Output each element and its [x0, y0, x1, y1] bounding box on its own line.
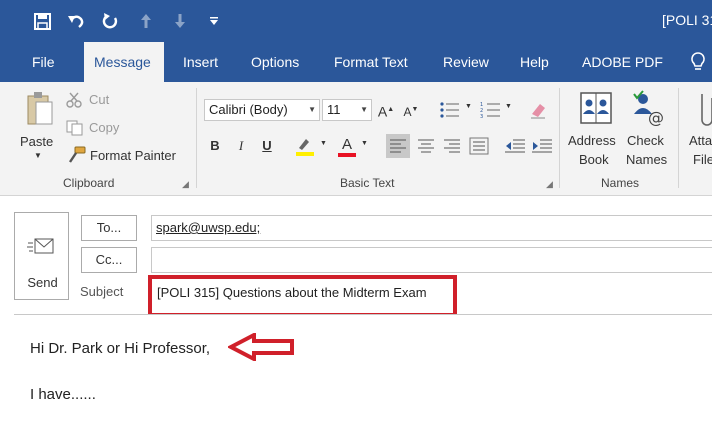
attach-file-label-1[interactable]: Atta	[689, 133, 712, 148]
numbering-icon[interactable]: 123	[480, 101, 502, 120]
message-body[interactable]	[14, 315, 712, 423]
font-name-value: Calibri (Body)	[209, 102, 288, 117]
shrink-font-button[interactable]: A▼	[401, 99, 421, 121]
format-painter-button[interactable]: Format Painter	[90, 148, 176, 163]
group-divider	[559, 88, 560, 188]
check-names-label-2[interactable]: Names	[626, 152, 667, 167]
underline-button[interactable]: U	[259, 135, 275, 157]
check-names-icon[interactable]: @	[630, 90, 666, 127]
bold-button[interactable]: B	[207, 135, 223, 157]
to-button[interactable]: To...	[81, 215, 137, 241]
shrink-font-letter: A	[403, 105, 412, 119]
font-color-swatch	[338, 153, 356, 157]
attach-file-icon[interactable]	[694, 90, 712, 126]
address-book-label-1[interactable]: Address	[568, 133, 616, 148]
undo-icon[interactable]	[66, 11, 86, 31]
grow-font-button[interactable]: A▲	[376, 99, 396, 121]
tab-message[interactable]: Message	[84, 42, 164, 82]
cut-button[interactable]: Cut	[89, 92, 109, 107]
tab-options[interactable]: Options	[241, 42, 309, 82]
chevron-down-icon[interactable]: ▼	[361, 140, 368, 147]
tab-format-text[interactable]: Format Text	[324, 42, 418, 82]
check-names-label-1[interactable]: Check	[627, 133, 664, 148]
grow-font-letter: A	[377, 103, 388, 120]
window-title: [POLI 315	[662, 12, 712, 28]
copy-button[interactable]: Copy	[89, 120, 119, 135]
tell-me-lightbulb-icon[interactable]	[688, 51, 708, 73]
send-icon	[27, 235, 57, 259]
font-size-value: 11	[327, 102, 341, 117]
chevron-down-icon: ▼	[360, 105, 368, 114]
ribbon-tabs: File Message Insert Options Format Text …	[0, 42, 712, 82]
group-divider	[678, 88, 679, 188]
svg-text:@: @	[648, 108, 664, 126]
align-right-icon[interactable]	[440, 134, 464, 158]
chevron-down-icon: ▼	[308, 105, 316, 114]
font-size-select[interactable]: 11 ▼	[322, 99, 372, 121]
attach-file-label-2[interactable]: File	[693, 152, 712, 167]
title-bar: [POLI 315	[0, 0, 712, 42]
paste-dropdown-icon[interactable]: ▼	[34, 151, 42, 160]
tab-review[interactable]: Review	[433, 42, 499, 82]
italic-button[interactable]: I	[233, 135, 249, 157]
to-recipient[interactable]: spark@uwsp.edu;	[156, 220, 260, 235]
copy-icon[interactable]	[66, 120, 84, 136]
ribbon: Paste ▼ Cut Copy Format Painter Clipboar…	[0, 82, 712, 196]
bullets-icon[interactable]	[439, 101, 461, 119]
cc-button[interactable]: Cc...	[81, 247, 137, 273]
tab-help[interactable]: Help	[510, 42, 559, 82]
cut-icon[interactable]	[66, 92, 82, 108]
chevron-down-icon[interactable]: ▼	[505, 103, 512, 110]
send-button[interactable]: Send	[14, 212, 69, 300]
subject-highlight-box	[148, 275, 457, 317]
decrease-indent-icon[interactable]	[503, 134, 527, 158]
basic-text-group-label: Basic Text	[340, 176, 395, 190]
increase-indent-icon[interactable]	[530, 134, 554, 158]
align-left-button[interactable]	[386, 134, 410, 158]
names-group-label: Names	[601, 176, 640, 190]
chevron-down-icon[interactable]: ▼	[320, 140, 327, 147]
clear-formatting-icon[interactable]	[528, 100, 548, 120]
red-arrow-icon	[228, 333, 294, 361]
tab-file[interactable]: File	[22, 42, 65, 82]
format-painter-icon[interactable]	[66, 146, 86, 164]
highlight-color-icon[interactable]	[294, 136, 316, 156]
address-book-label-2[interactable]: Book	[579, 152, 609, 167]
paste-button[interactable]: Paste	[20, 134, 53, 149]
to-field[interactable]: spark@uwsp.edu;	[151, 215, 712, 241]
body-line-greeting: Hi Dr. Park or Hi Professor,	[30, 340, 211, 357]
align-left-icon	[390, 139, 406, 153]
svg-text:3: 3	[480, 114, 483, 119]
clipboard-launcher-icon[interactable]: ◢	[182, 179, 189, 190]
chevron-down-icon[interactable]: ▼	[465, 103, 472, 110]
tab-adobe-pdf[interactable]: ADOBE PDF	[572, 42, 673, 82]
body-line-text: I have......	[30, 386, 96, 403]
group-divider	[196, 88, 197, 188]
tab-insert[interactable]: Insert	[173, 42, 228, 82]
down-arrow-icon	[170, 11, 190, 31]
cc-field[interactable]	[151, 247, 712, 273]
save-icon[interactable]	[32, 11, 52, 31]
subject-label: Subject	[80, 284, 124, 299]
up-arrow-icon	[136, 11, 156, 31]
address-book-icon[interactable]	[578, 90, 614, 126]
align-center-icon[interactable]	[414, 134, 438, 158]
redo-icon[interactable]	[100, 11, 120, 31]
paste-icon[interactable]	[24, 90, 54, 128]
justify-icon[interactable]	[467, 134, 491, 158]
basic-text-launcher-icon[interactable]: ◢	[546, 179, 553, 190]
clipboard-group-label: Clipboard	[63, 176, 115, 190]
send-label: Send	[27, 275, 58, 290]
font-color-button[interactable]: A	[337, 134, 357, 157]
font-name-select[interactable]: Calibri (Body) ▼	[204, 99, 320, 121]
customize-qat-icon[interactable]	[206, 11, 222, 31]
